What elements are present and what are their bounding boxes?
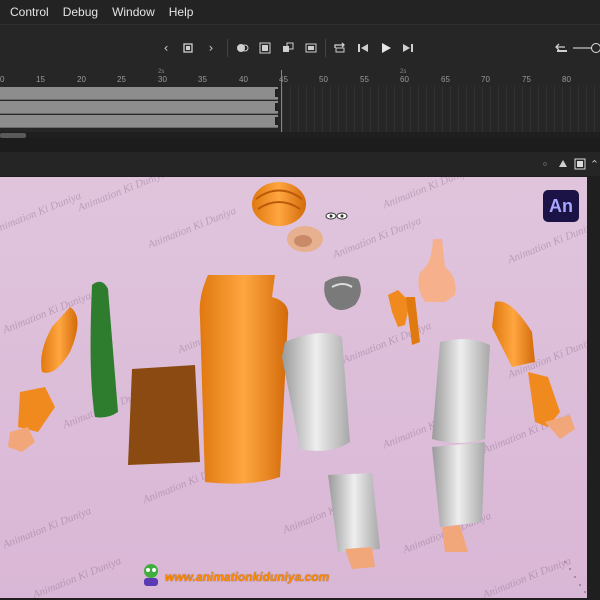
frame-tick: 15 — [36, 75, 45, 84]
animate-logo: An — [543, 190, 579, 222]
center-stage-icon[interactable]: ◦ — [537, 156, 553, 172]
eyes-part[interactable] — [325, 212, 348, 220]
chevron-right-icon[interactable]: › — [202, 39, 220, 57]
kurta-part[interactable] — [199, 275, 289, 484]
chevron-left-icon[interactable]: ‹ — [157, 39, 175, 57]
frame-ruler[interactable]: 2s 2s 0 15 20 25 30 35 40 45 50 55 60 65… — [0, 69, 600, 87]
frame-tick: 75 — [522, 75, 531, 84]
empty-frames-grid[interactable] — [282, 86, 600, 132]
frame-tick: 40 — [239, 75, 248, 84]
dhoti-part[interactable] — [282, 333, 380, 569]
zoom-slider[interactable] — [573, 43, 600, 53]
stage-toolbar: ◦ ⌃ — [0, 152, 600, 176]
mascot-logo — [141, 562, 161, 588]
zoom-slider-handle[interactable] — [591, 43, 600, 53]
menu-bar: Control Debug Window Help — [0, 0, 600, 24]
frame-span[interactable] — [0, 87, 278, 100]
play-icon[interactable] — [377, 39, 395, 57]
frame-tick: 0 — [0, 75, 5, 84]
edit-multiple-icon[interactable] — [279, 39, 297, 57]
neck-skin-part[interactable] — [418, 239, 456, 302]
left-arm-part[interactable] — [8, 307, 78, 452]
keyframe-end[interactable] — [275, 103, 278, 111]
menu-window[interactable]: Window — [105, 5, 162, 19]
beard-part[interactable] — [324, 276, 361, 310]
frame-tick: 65 — [441, 75, 450, 84]
step-forward-icon[interactable] — [399, 39, 417, 57]
keyframe-end[interactable] — [275, 117, 278, 125]
modify-markers-icon[interactable] — [302, 39, 320, 57]
stage-canvas[interactable]: Animation Ki Duniya Animation Ki Duniya … — [0, 177, 587, 598]
stop-icon[interactable] — [179, 39, 197, 57]
frame-tick: 70 — [481, 75, 490, 84]
undo-zoom-icon[interactable] — [553, 39, 571, 57]
frame-tick: 50 — [319, 75, 328, 84]
stage-scrollbar-area — [587, 177, 600, 600]
scarf-part[interactable] — [90, 281, 118, 418]
loop-icon[interactable] — [331, 39, 349, 57]
menu-debug[interactable]: Debug — [56, 5, 105, 19]
panel-divider — [0, 138, 600, 153]
frame-tick: 80 — [562, 75, 571, 84]
face-part[interactable] — [287, 226, 323, 252]
toolbar-divider — [325, 39, 326, 57]
onion-skin-icon[interactable] — [233, 39, 251, 57]
toolbar-divider — [227, 39, 228, 57]
step-back-icon[interactable] — [354, 39, 372, 57]
character-parts — [8, 182, 586, 593]
keyframe-end[interactable] — [275, 89, 278, 97]
zoom-stepper-icon[interactable]: ⌃ — [589, 156, 600, 172]
frame-tick: 30 — [158, 75, 167, 84]
frame-tick: 35 — [198, 75, 207, 84]
cloth-part[interactable] — [128, 365, 200, 465]
timeline-toolbar: ‹ › — [0, 24, 600, 71]
hand-part[interactable] — [388, 290, 420, 345]
corner-dots — [564, 561, 586, 593]
playhead[interactable] — [281, 70, 282, 132]
frame-tick: 20 — [77, 75, 86, 84]
right-arm-part[interactable] — [492, 301, 575, 439]
stage-frame-icon[interactable] — [572, 156, 588, 172]
menu-help[interactable]: Help — [162, 5, 201, 19]
menu-control[interactable]: Control — [0, 5, 56, 19]
frame-tick: 60 — [400, 75, 409, 84]
frame-tick: 55 — [360, 75, 369, 84]
frame-span[interactable] — [0, 115, 278, 128]
frame-tick: 25 — [117, 75, 126, 84]
dhoti-part[interactable] — [432, 339, 490, 552]
frame-span[interactable] — [0, 101, 278, 114]
clip-content-icon[interactable] — [555, 156, 571, 172]
turban-part[interactable] — [252, 182, 306, 226]
website-url: www.animationkiduniya.com — [165, 570, 330, 584]
onion-outline-icon[interactable] — [256, 39, 274, 57]
